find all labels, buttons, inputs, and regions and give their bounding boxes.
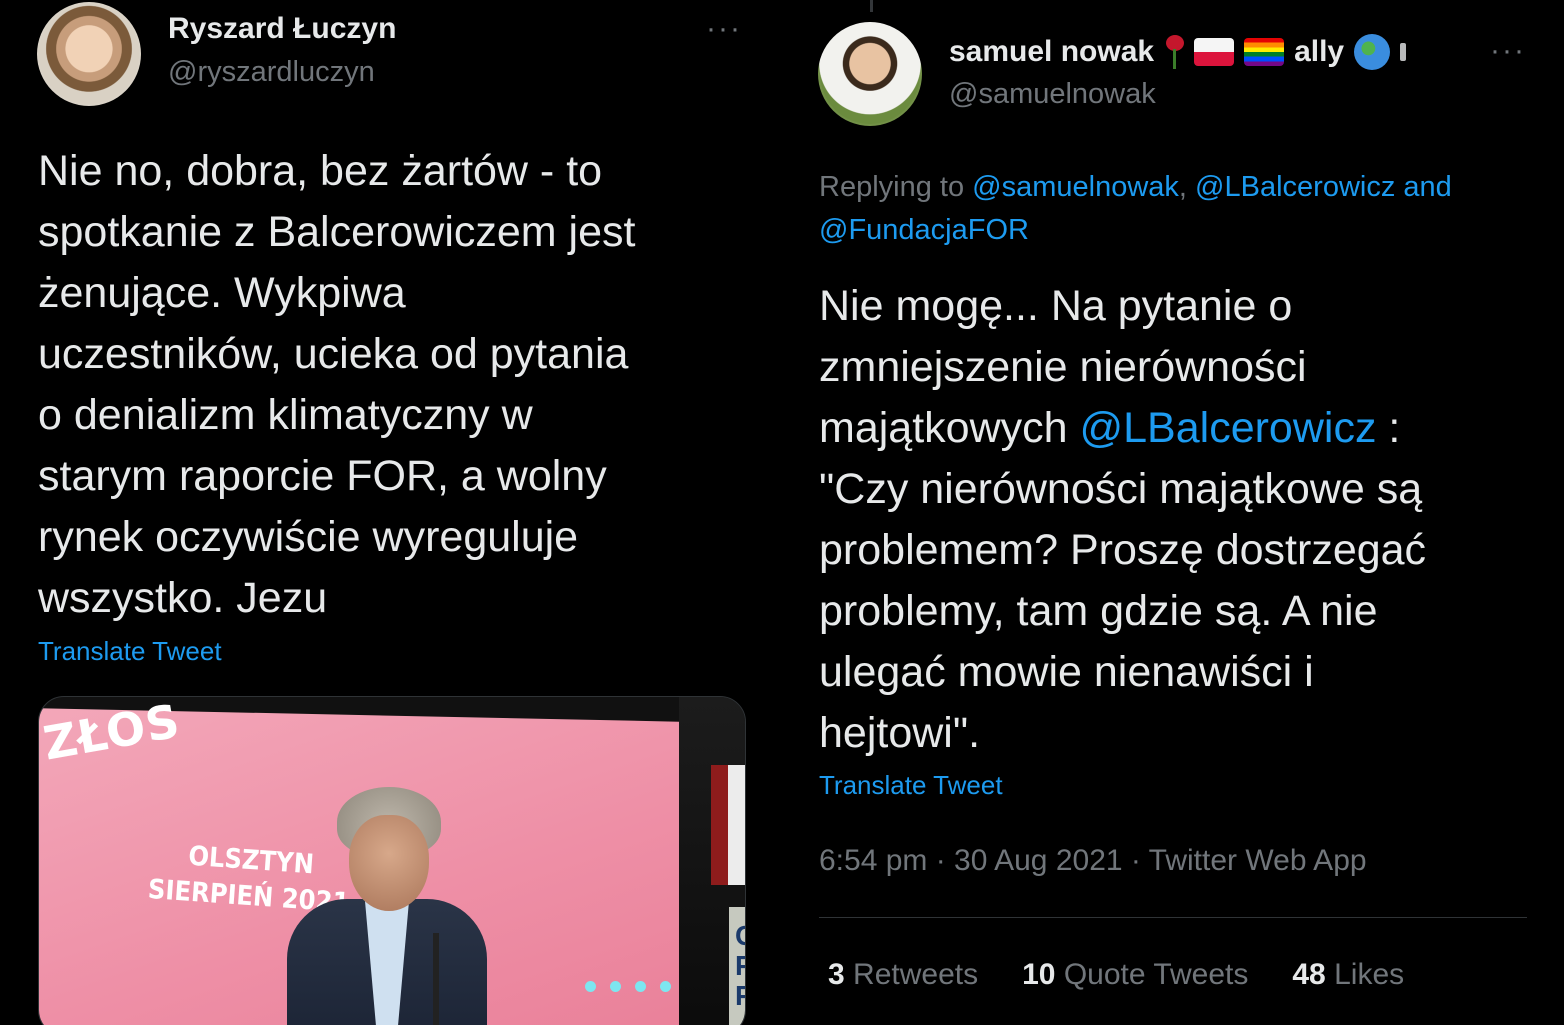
microphone-stand (433, 933, 439, 1025)
tweet-text-part2: : "Czy nierówności majątkowe są probleme… (819, 404, 1427, 757)
mention-link[interactable]: @samuelnowak (972, 171, 1179, 203)
globe-icon (1354, 34, 1391, 70)
tweet-stats: 3 Retweets 10 Quote Tweets 48 Likes (828, 958, 1404, 992)
author-name[interactable]: Ryszard Łuczyn (168, 12, 396, 46)
avatar[interactable] (818, 22, 922, 126)
replying-prefix: Replying to (819, 171, 973, 203)
flag-banner (711, 765, 745, 885)
truncated-emoji-icon (1400, 43, 1407, 61)
likes-stat[interactable]: 48 Likes (1292, 958, 1404, 992)
more-dots-icon[interactable]: ··· (1490, 36, 1526, 66)
replying-and: and (1395, 171, 1452, 203)
replying-to-line: Replying to @samuelnowak, @LBalcerowicz … (819, 166, 1539, 252)
translate-tweet-link[interactable]: Translate Tweet (819, 770, 1003, 801)
rose-emoji-icon (1164, 35, 1185, 69)
author-handle[interactable]: @samuelnowak (949, 78, 1156, 111)
name-suffix: ally (1294, 35, 1345, 68)
screenshot-collage: Ryszard Łuczyn @ryszardluczyn ··· Nie no… (0, 0, 1564, 1025)
author-handle[interactable]: @ryszardluczyn (168, 56, 375, 89)
poland-flag-icon (1194, 38, 1235, 66)
quote-tweets-stat[interactable]: 10 Quote Tweets (1022, 958, 1248, 992)
rainbow-flag-icon (1244, 38, 1285, 66)
mention-link[interactable]: @FundacjaFOR (819, 214, 1029, 246)
tweet-text: Nie no, dobra, bez żartów - to spotkanie… (38, 147, 636, 622)
divider (819, 917, 1527, 918)
avatar[interactable] (37, 2, 141, 106)
author-name-text[interactable]: samuel nowak (949, 35, 1154, 69)
replying-separator: , (1178, 171, 1196, 203)
tweet-left: Ryszard Łuczyn @ryszardluczyn ··· Nie no… (0, 0, 780, 1025)
mention-link[interactable]: @LBalcerowicz (1079, 404, 1376, 452)
translate-tweet-link[interactable]: Translate Tweet (38, 636, 222, 667)
tweet-timestamp[interactable]: 6:54 pm · 30 Aug 2021 · Twitter Web App (819, 844, 1367, 878)
tweet-text: Nie mogę... Na pytanie o zmniejszenie ni… (819, 276, 1539, 764)
speaker-figure (287, 787, 487, 1025)
decorative-dots (585, 981, 671, 992)
sign-text: CA PO PRZY (729, 907, 745, 1025)
tweet-media-image[interactable]: ZŁOS OLSZTYN SIERPIEŃ 2021 CA PO PRZY (38, 696, 746, 1025)
author-name[interactable]: samuel nowak ally (949, 34, 1407, 70)
mention-link[interactable]: @LBalcerowicz (1195, 171, 1395, 203)
retweets-stat[interactable]: 3 Retweets (828, 958, 978, 992)
more-dots-icon[interactable]: ··· (706, 14, 742, 44)
